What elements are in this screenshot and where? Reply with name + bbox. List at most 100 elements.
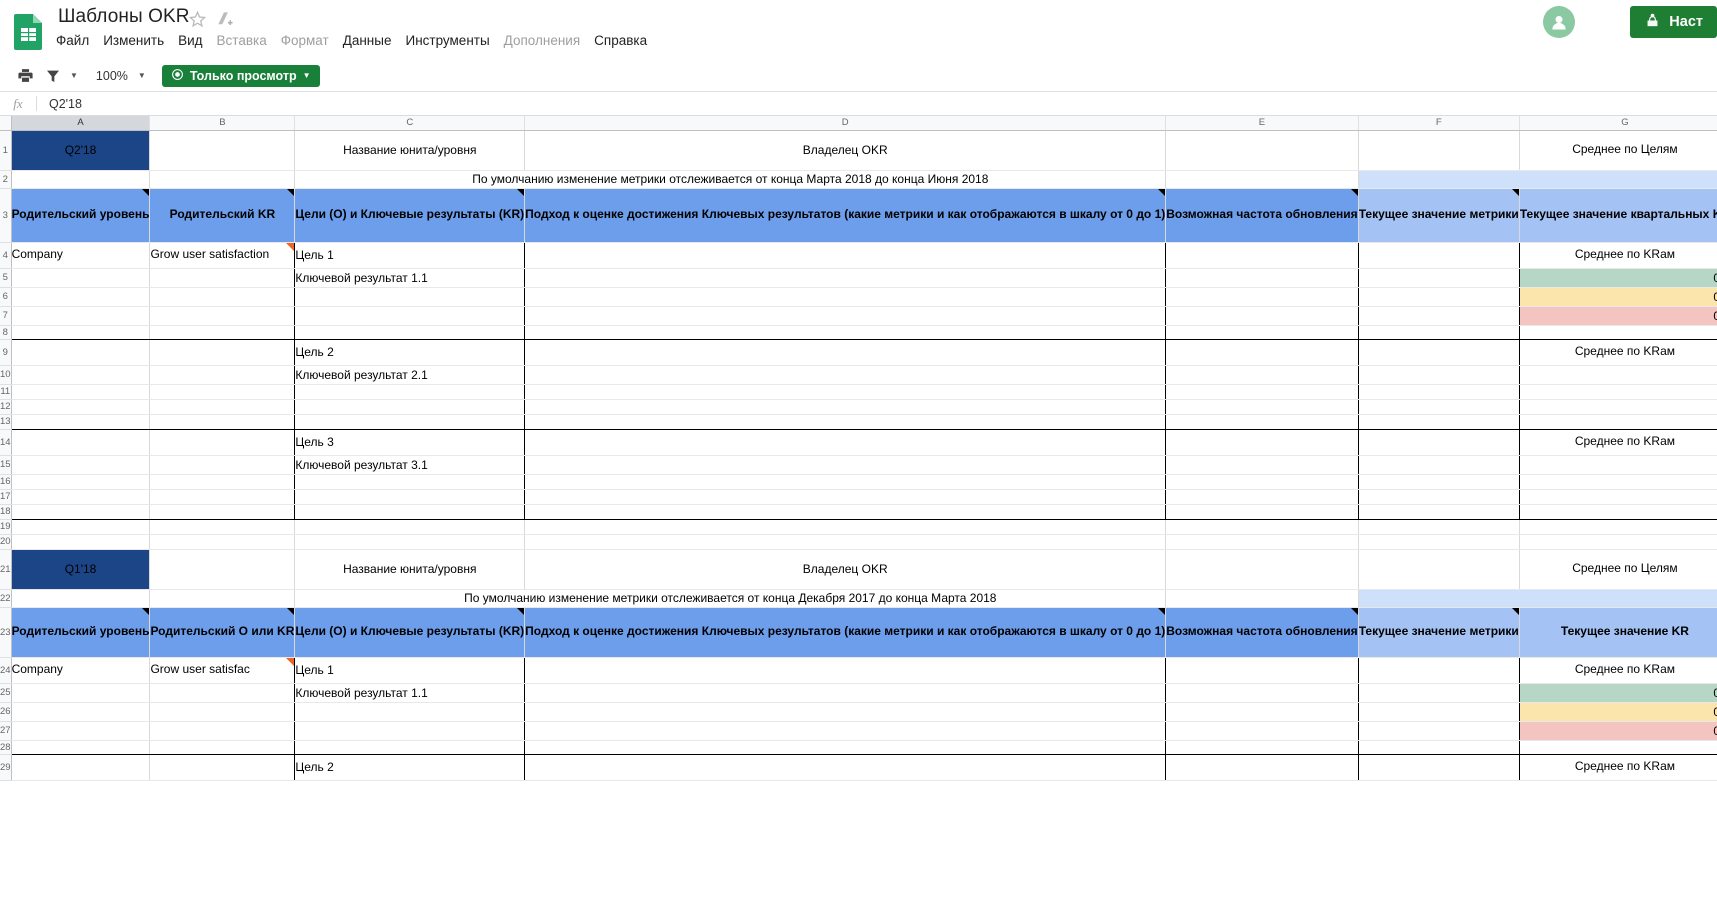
objective-2-q2[interactable]: Цель 2 — [294, 339, 526, 366]
cell-a22[interactable] — [11, 589, 151, 608]
cell-c28[interactable] — [294, 740, 526, 755]
cell-d11[interactable] — [524, 384, 1167, 400]
print-icon[interactable] — [14, 65, 36, 87]
cell-g18[interactable] — [1519, 504, 1717, 520]
cell-a14[interactable] — [10, 429, 151, 456]
cell-e21[interactable] — [1165, 549, 1359, 590]
blue-note-q2[interactable]: Эти поля можно и нужно актуализировать в… — [1358, 170, 1717, 189]
key-result-1-1-q1[interactable]: Ключевой результат 1.1 — [294, 683, 526, 703]
col-header-objectives-q2[interactable]: Цели (O) и Ключевые результаты (KR) — [294, 187, 526, 243]
cell-f21[interactable] — [1358, 549, 1520, 590]
cell-e7[interactable] — [1165, 306, 1359, 326]
select-all-corner[interactable] — [0, 116, 12, 131]
key-result-1-1-q2[interactable]: Ключевой результат 1.1 — [294, 268, 526, 288]
col-header-parent-level-q1[interactable]: Родительский уровень — [10, 606, 151, 658]
cell-e24[interactable] — [1165, 657, 1359, 684]
cell-d19[interactable] — [524, 519, 1167, 535]
cell-b29[interactable] — [149, 754, 296, 781]
row-header-1[interactable]: 1 — [0, 130, 12, 171]
menu-item-addons[interactable]: Дополнения — [504, 33, 580, 48]
cell-e27[interactable] — [1165, 721, 1359, 741]
cell-c20[interactable] — [294, 534, 526, 550]
cell-e20[interactable] — [1165, 534, 1359, 550]
cell-b5[interactable] — [149, 268, 296, 288]
document-title[interactable]: Шаблоны OKR — [58, 6, 190, 28]
row-header-23[interactable]: 23 — [0, 607, 12, 658]
cell-d4[interactable] — [524, 242, 1167, 269]
cell-c17[interactable] — [294, 489, 526, 505]
filter-icon[interactable] — [42, 65, 64, 87]
row-header-28[interactable]: 28 — [0, 740, 12, 755]
cell-f18[interactable] — [1358, 504, 1520, 520]
objective-1-q1[interactable]: Цель 1 — [294, 657, 526, 684]
cell-b28[interactable] — [149, 740, 296, 755]
cell-b18[interactable] — [149, 504, 296, 520]
menu-item-insert[interactable]: Вставка — [217, 33, 267, 48]
row-header-15[interactable]: 15 — [0, 455, 12, 475]
cell-b1[interactable] — [149, 130, 296, 171]
cell-b17[interactable] — [149, 489, 296, 505]
cell-g11[interactable] — [1519, 384, 1717, 400]
avg-kr-label-3-q2[interactable]: Среднее по KRaм — [1519, 429, 1717, 456]
cell-e2[interactable] — [1165, 170, 1359, 189]
cell-e1[interactable] — [1165, 130, 1359, 171]
cell-d20[interactable] — [524, 534, 1167, 550]
row-header-16[interactable]: 16 — [0, 474, 12, 490]
cell-a20[interactable] — [11, 534, 151, 550]
cell-a25[interactable] — [10, 683, 151, 703]
cell-b21[interactable] — [149, 549, 296, 590]
cell-d10[interactable] — [524, 365, 1167, 385]
cell-e29[interactable] — [1165, 754, 1359, 781]
cell-e8[interactable] — [1165, 325, 1359, 340]
cell-d28[interactable] — [524, 740, 1167, 755]
cell-f13[interactable] — [1358, 414, 1520, 430]
col-header-approach-q2[interactable]: Подход к оценке достижения Ключевых резу… — [524, 187, 1167, 243]
cell-e10[interactable] — [1165, 365, 1359, 385]
cell-d13[interactable] — [524, 414, 1167, 430]
key-result-2-1-q2[interactable]: Ключевой результат 2.1 — [294, 365, 526, 385]
spreadsheet-grid[interactable]: A B C D E F G H I 1 Q2'18 Название юнита… — [0, 116, 1717, 897]
cell-g28[interactable] — [1519, 740, 1717, 755]
cell-d27[interactable] — [524, 721, 1167, 741]
row-header-8[interactable]: 8 — [0, 325, 12, 340]
kr-value-green-q1[interactable]: 0,7 — [1519, 683, 1717, 703]
cell-a26[interactable] — [10, 702, 151, 722]
row-header-24[interactable]: 24 — [0, 657, 12, 684]
filter-dropdown-caret-icon[interactable]: ▼ — [70, 71, 78, 80]
objective-2-q1[interactable]: Цель 2 — [294, 754, 526, 781]
col-header-current-kr-q2[interactable]: Текущее значение квартальных KR — [1519, 187, 1717, 243]
avg-kr-label-1-q1[interactable]: Среднее по KRaм — [1519, 657, 1717, 684]
cell-b6[interactable] — [149, 287, 296, 307]
cell-b13[interactable] — [149, 414, 296, 430]
cell-e18[interactable] — [1165, 504, 1359, 520]
cell-c18[interactable] — [294, 504, 526, 520]
cell-e22[interactable] — [1165, 589, 1359, 608]
cell-d17[interactable] — [524, 489, 1167, 505]
menu-item-format[interactable]: Формат — [281, 33, 329, 48]
objective-3-q2[interactable]: Цель 3 — [294, 429, 526, 456]
cell-d15[interactable] — [524, 455, 1167, 475]
default-note-q1[interactable]: По умолчанию изменение метрики отслежива… — [294, 589, 1167, 608]
cell-b20[interactable] — [149, 534, 296, 550]
unit-title-q2[interactable]: Название юнита/уровня — [294, 130, 526, 171]
cell-a6[interactable] — [10, 287, 151, 307]
quarter-badge-q2[interactable]: Q2'18 — [11, 130, 151, 171]
cell-g20[interactable] — [1519, 534, 1717, 550]
cell-d18[interactable] — [524, 504, 1167, 520]
cell-d12[interactable] — [524, 399, 1167, 415]
cell-b10[interactable] — [149, 365, 296, 385]
default-note-q2[interactable]: По умолчанию изменение метрики отслежива… — [294, 170, 1167, 189]
kr-value-yellow-q1[interactable]: 0,5 — [1519, 702, 1717, 722]
cell-f19[interactable] — [1358, 519, 1520, 535]
row-header-9[interactable]: 9 — [0, 339, 12, 366]
cell-b7[interactable] — [149, 306, 296, 326]
star-icon[interactable] — [188, 10, 207, 29]
column-header-d[interactable]: D — [524, 116, 1167, 131]
cell-a8[interactable] — [10, 325, 151, 340]
cell-d29[interactable] — [524, 754, 1167, 781]
column-header-f[interactable]: F — [1358, 116, 1520, 131]
cell-b15[interactable] — [149, 455, 296, 475]
cell-f8[interactable] — [1358, 325, 1520, 340]
menu-item-view[interactable]: Вид — [178, 33, 202, 48]
cell-g17[interactable] — [1519, 489, 1717, 505]
